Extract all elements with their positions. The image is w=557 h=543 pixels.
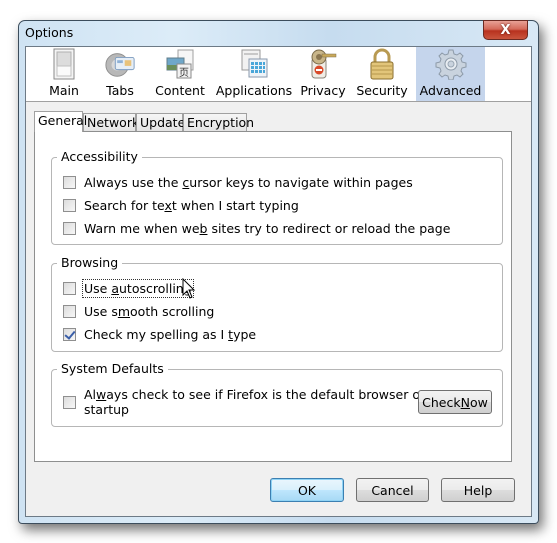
tabs-gear-icon bbox=[104, 48, 136, 80]
toolbar-item-privacy[interactable]: Privacy bbox=[299, 47, 347, 101]
checkbox[interactable] bbox=[63, 199, 76, 212]
group-title: Browsing bbox=[57, 255, 123, 271]
close-button[interactable]: X bbox=[483, 20, 528, 40]
smooth-scrolling-option[interactable]: Use smooth scrolling bbox=[63, 304, 214, 319]
applications-icon bbox=[238, 48, 270, 80]
autoscrolling-option[interactable]: Use autoscrolling bbox=[63, 279, 194, 298]
search-text-option[interactable]: Search for text when I start typing bbox=[63, 198, 299, 213]
gear-icon bbox=[435, 48, 467, 80]
svg-text:页: 页 bbox=[179, 67, 189, 79]
group-title: Accessibility bbox=[57, 149, 142, 165]
tab-network[interactable]: Network bbox=[83, 113, 139, 131]
mouse-pointer-icon bbox=[182, 278, 196, 299]
toolbar-item-applications[interactable]: Applications bbox=[216, 47, 292, 101]
toolbar-label: Content bbox=[155, 83, 205, 98]
toolbar-item-advanced[interactable]: Advanced bbox=[416, 47, 485, 101]
dialog-client-area: Main Tabs 页 Content Applications Privacy… bbox=[25, 46, 532, 517]
toolbar-label: Privacy bbox=[300, 83, 346, 98]
check-now-button[interactable]: Check Now bbox=[418, 390, 492, 414]
ok-button[interactable]: OK bbox=[270, 478, 344, 502]
tab-encryption[interactable]: Encryption bbox=[183, 113, 254, 131]
close-icon: X bbox=[500, 22, 511, 38]
checkbox[interactable] bbox=[63, 222, 76, 235]
options-window: Options X Main Tabs 页 Content Applicatio… bbox=[18, 20, 539, 524]
toolbar-item-security[interactable]: Security bbox=[356, 47, 408, 101]
checkbox[interactable] bbox=[63, 305, 76, 318]
switch-icon bbox=[48, 48, 80, 80]
content-pictures-icon: 页 bbox=[164, 48, 196, 80]
toolbar-label: Main bbox=[49, 83, 79, 98]
window-title: Options bbox=[25, 25, 74, 40]
tab-update[interactable]: Update bbox=[136, 113, 185, 131]
toolbar-label: Advanced bbox=[419, 83, 482, 98]
warn-redirect-option[interactable]: Warn me when web sites try to redirect o… bbox=[63, 221, 450, 236]
checkbox[interactable] bbox=[63, 176, 76, 189]
toolbar-item-main[interactable]: Main bbox=[45, 47, 83, 101]
general-tab-panel: Accessibility Always use the cursor keys… bbox=[34, 131, 512, 462]
toolbar-label: Applications bbox=[215, 83, 293, 98]
privacy-key-icon bbox=[307, 48, 339, 80]
toolbar-label: Tabs bbox=[106, 83, 134, 98]
toolbar-item-content[interactable]: 页 Content bbox=[153, 47, 207, 101]
padlock-icon bbox=[366, 48, 398, 80]
category-toolbar: Main Tabs 页 Content Applications Privacy… bbox=[26, 47, 531, 102]
checkbox[interactable] bbox=[63, 395, 76, 409]
toolbar-item-tabs[interactable]: Tabs bbox=[99, 47, 141, 101]
tab-general[interactable]: General bbox=[34, 111, 87, 132]
group-title: System Defaults bbox=[57, 361, 168, 377]
accessibility-group: Accessibility Always use the cursor keys… bbox=[51, 149, 503, 245]
cursor-keys-option[interactable]: Always use the cursor keys to navigate w… bbox=[63, 175, 413, 190]
system-defaults-group: System Defaults Always check to see if F… bbox=[51, 361, 503, 427]
spellcheck-option[interactable]: Check my spelling as I type bbox=[63, 327, 256, 342]
help-button[interactable]: Help bbox=[441, 478, 515, 502]
browsing-group: Browsing Use autoscrolling Use smooth sc… bbox=[51, 255, 503, 352]
toolbar-label: Security bbox=[356, 83, 408, 98]
checkbox[interactable] bbox=[63, 328, 76, 341]
cancel-button[interactable]: Cancel bbox=[356, 478, 429, 502]
default-browser-option[interactable]: Always check to see if Firefox is the de… bbox=[63, 387, 428, 417]
checkbox[interactable] bbox=[63, 282, 76, 295]
